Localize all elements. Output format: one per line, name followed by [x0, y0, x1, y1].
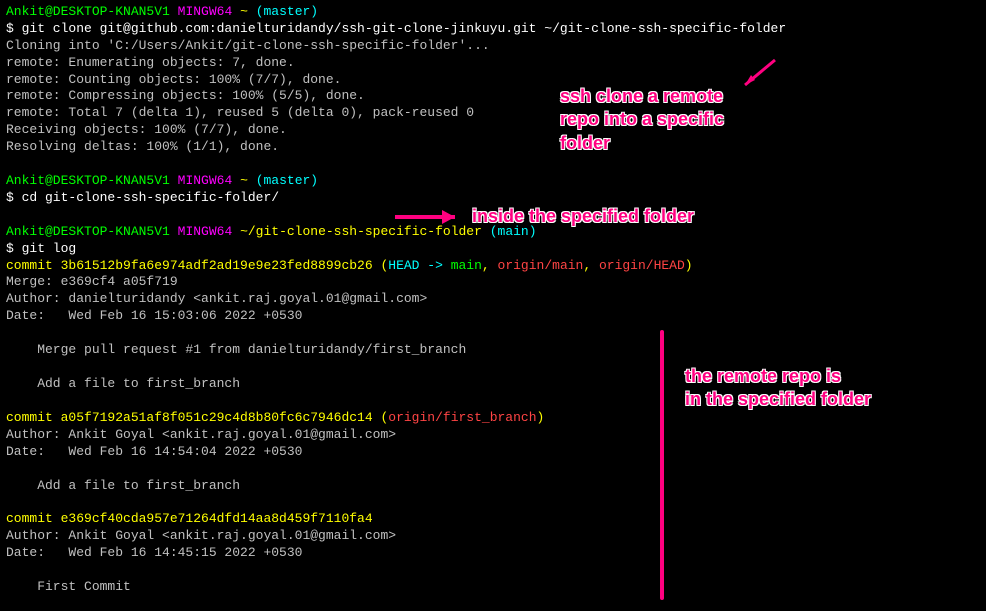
clone-output-0: Cloning into 'C:/Users/Ankit/git-clone-s… — [6, 38, 980, 55]
annotation-3: the remote repo is in the specified fold… — [685, 365, 871, 412]
arrow-1 — [735, 55, 785, 95]
vertical-line — [660, 330, 664, 600]
terminal-output: Ankit@DESKTOP-KNAN5V1 MINGW64 ~ (master)… — [6, 4, 980, 596]
clone-output-1: remote: Enumerating objects: 7, done. — [6, 55, 980, 72]
commit-3-author: Author: Ankit Goyal <ankit.raj.goyal.01@… — [6, 528, 980, 545]
prompt-line-2: Ankit@DESKTOP-KNAN5V1 MINGW64 ~ (master) — [6, 173, 980, 190]
commit-2-msg: Add a file to first_branch — [6, 478, 980, 495]
clone-output-2: remote: Counting objects: 100% (7/7), do… — [6, 72, 980, 89]
clone-output-5: Receiving objects: 100% (7/7), done. — [6, 122, 980, 139]
commit-3-header: commit e369cf40cda957e71264dfd14aa8d459f… — [6, 511, 980, 528]
commit-2-author: Author: Ankit Goyal <ankit.raj.goyal.01@… — [6, 427, 980, 444]
commit-2-header: commit a05f7192a51af8f051c29c4d8b80fc6c7… — [6, 410, 980, 427]
commit-1-merge: Merge: e369cf4 a05f719 — [6, 274, 980, 291]
command-1: $ git clone git@github.com:danielturidan… — [6, 21, 980, 38]
annotation-2: inside the specified folder — [472, 205, 694, 228]
commit-3-msg: First Commit — [6, 579, 980, 596]
arrow-2 — [390, 202, 470, 232]
commit-3-date: Date: Wed Feb 16 14:45:15 2022 +0530 — [6, 545, 980, 562]
commit-2-date: Date: Wed Feb 16 14:54:04 2022 +0530 — [6, 444, 980, 461]
clone-output-4: remote: Total 7 (delta 1), reused 5 (del… — [6, 105, 980, 122]
prompt-line-1: Ankit@DESKTOP-KNAN5V1 MINGW64 ~ (master) — [6, 4, 980, 21]
commit-1-header: commit 3b61512b9fa6e974adf2ad19e9e23fed8… — [6, 258, 980, 275]
commit-1-author: Author: danielturidandy <ankit.raj.goyal… — [6, 291, 980, 308]
commit-1-date: Date: Wed Feb 16 15:03:06 2022 +0530 — [6, 308, 980, 325]
clone-output-6: Resolving deltas: 100% (1/1), done. — [6, 139, 980, 156]
clone-output-3: remote: Compressing objects: 100% (5/5),… — [6, 88, 980, 105]
command-3: $ git log — [6, 241, 980, 258]
commit-1-msg1: Merge pull request #1 from danielturidan… — [6, 342, 980, 359]
annotation-1: ssh clone a remote repo into a specific … — [560, 85, 724, 155]
